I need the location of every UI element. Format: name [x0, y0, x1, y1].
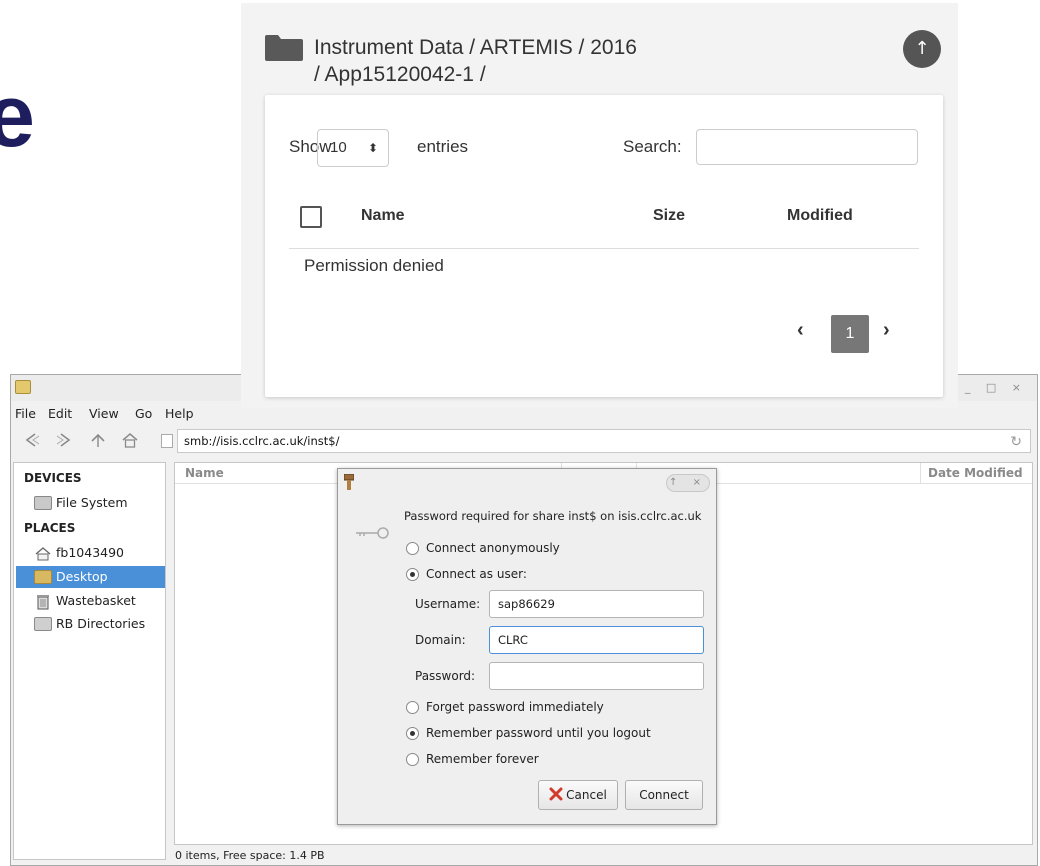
cancel-button[interactable]: Cancel [538, 780, 618, 810]
key-icon [356, 527, 390, 539]
username-field[interactable]: sap86629 [489, 590, 704, 618]
location-icon [161, 434, 173, 448]
connect-button[interactable]: Connect [625, 780, 703, 810]
reload-icon[interactable]: ↻ [1010, 431, 1022, 453]
radio-connect-anonymously[interactable] [406, 542, 419, 555]
sidebar-heading-devices: DEVICES [24, 471, 82, 485]
column-name[interactable]: Name [185, 466, 224, 480]
menu-file[interactable]: File [15, 406, 36, 421]
forward-icon[interactable] [53, 432, 75, 450]
next-page-icon[interactable]: › [883, 319, 890, 342]
dialog-title-controls[interactable]: ↑ × [666, 474, 710, 492]
column-name[interactable]: Name [361, 207, 405, 225]
web-directory-panel: Instrument Data / ARTEMIS / 2016 / App15… [241, 3, 958, 408]
radio-label: Remember password until you logout [426, 726, 651, 740]
prev-page-icon[interactable]: ‹ [797, 319, 804, 342]
dialog-app-icon [343, 473, 355, 490]
domain-field[interactable]: CLRC [489, 626, 704, 654]
password-dialog: ↑ × Password required for share inst$ on… [337, 468, 717, 825]
sidebar-heading-places: PLACES [24, 521, 76, 535]
select-all-checkbox[interactable] [300, 206, 322, 228]
domain-label: Domain: [415, 633, 466, 647]
trash-icon [34, 594, 52, 610]
logo-letter: e [0, 66, 35, 165]
entries-value: 10 [330, 139, 347, 156]
sidebar-item-label: Wastebasket [56, 593, 136, 608]
menu-go[interactable]: Go [135, 406, 152, 421]
radio-forget-password[interactable] [406, 701, 419, 714]
menu-view[interactable]: View [89, 406, 119, 421]
toolbar: smb://isis.cclrc.ac.uk/inst$/ ↻ [11, 425, 1037, 457]
breadcrumb-line-2[interactable]: / App15120042-1 / [314, 61, 637, 88]
radio-label: Connect as user: [426, 567, 527, 581]
column-size[interactable]: Size [653, 207, 685, 225]
radio-label: Connect anonymously [426, 541, 560, 555]
sidebar: DEVICES File System PLACES fb1043490 Des… [13, 462, 166, 860]
up-directory-button[interactable]: ↑ [903, 30, 941, 68]
radio-label: Remember forever [426, 752, 539, 766]
sidebar-item-file-system[interactable]: File System [16, 492, 165, 514]
column-date-modified[interactable]: Date Modified [928, 466, 1023, 480]
search-input[interactable] [696, 129, 918, 165]
cancel-button-label: Cancel [566, 788, 607, 802]
menu-help[interactable]: Help [165, 406, 194, 421]
column-modified[interactable]: Modified [787, 207, 853, 225]
sidebar-item-label: Desktop [56, 569, 108, 584]
radio-connect-as-user[interactable] [406, 568, 419, 581]
folder-icon [265, 33, 303, 61]
empty-message: Permission denied [304, 256, 444, 275]
home-icon[interactable] [119, 432, 141, 450]
password-label: Password: [415, 669, 476, 683]
column-divider [920, 463, 921, 484]
folder-icon [34, 570, 52, 584]
header-divider [289, 248, 919, 249]
drive-icon [34, 496, 52, 510]
status-bar: 0 items, Free space: 1.4 PB [175, 849, 325, 862]
entries-label: entries [417, 137, 469, 156]
sidebar-item-rb-directories[interactable]: RB Directories [16, 613, 165, 635]
password-field[interactable] [489, 662, 704, 690]
address-text: smb://isis.cclrc.ac.uk/inst$/ [184, 434, 340, 448]
breadcrumb: Instrument Data / ARTEMIS / 2016 / App15… [314, 34, 637, 88]
breadcrumb-line-1[interactable]: Instrument Data / ARTEMIS / 2016 [314, 34, 637, 61]
sidebar-item-label: RB Directories [56, 616, 146, 631]
page-button-current[interactable]: 1 [831, 315, 869, 353]
file-table-card: Show 10 ⬍ entries Search: Name Size Modi… [265, 95, 943, 397]
entries-select[interactable]: 10 ⬍ [317, 129, 389, 167]
select-caret-icon: ⬍ [367, 141, 378, 155]
cancel-icon [549, 783, 563, 801]
sidebar-item-wastebasket[interactable]: Wastebasket [16, 590, 165, 612]
radio-remember-forever[interactable] [406, 753, 419, 766]
back-icon[interactable] [21, 432, 43, 450]
username-label: Username: [415, 597, 481, 611]
sidebar-item-label: fb1043490 [56, 545, 125, 560]
sidebar-item-desktop[interactable]: Desktop [16, 566, 165, 588]
menu-edit[interactable]: Edit [48, 406, 72, 421]
home-icon [34, 546, 52, 561]
file-manager-app-icon [15, 380, 31, 394]
search-label: Search: [623, 137, 682, 156]
dialog-message: Password required for share inst$ on isi… [404, 509, 702, 523]
network-folder-icon [34, 617, 52, 631]
sidebar-item-label: File System [56, 495, 128, 510]
address-bar[interactable]: smb://isis.cclrc.ac.uk/inst$/ ↻ [177, 429, 1031, 453]
up-icon[interactable] [87, 432, 109, 450]
radio-remember-until-logout[interactable] [406, 727, 419, 740]
radio-label: Forget password immediately [426, 700, 604, 714]
sidebar-item-home[interactable]: fb1043490 [16, 542, 165, 564]
